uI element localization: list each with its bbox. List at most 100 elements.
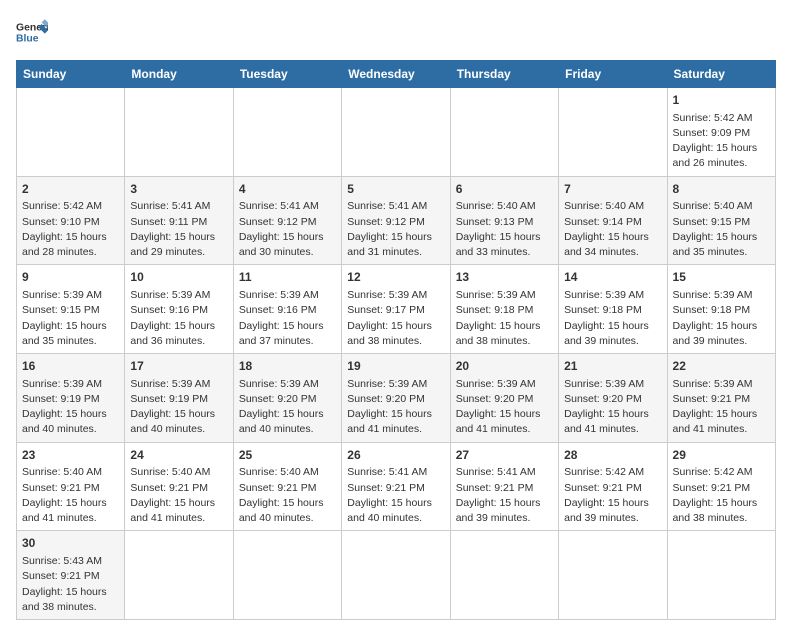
- svg-text:Blue: Blue: [16, 34, 39, 45]
- day-number: 7: [564, 181, 661, 198]
- day-info: Sunrise: 5:41 AM Sunset: 9:21 PM Dayligh…: [347, 465, 444, 526]
- day-number: 2: [22, 181, 119, 198]
- day-info: Sunrise: 5:39 AM Sunset: 9:19 PM Dayligh…: [22, 377, 119, 438]
- day-cell: [450, 531, 558, 620]
- day-number: 3: [130, 181, 227, 198]
- day-info: Sunrise: 5:39 AM Sunset: 9:16 PM Dayligh…: [239, 288, 336, 349]
- day-cell: 14 Sunrise: 5:39 AM Sunset: 9:18 PM Dayli…: [559, 265, 667, 354]
- day-cell: [17, 88, 125, 177]
- day-header-sunday: Sunday: [17, 61, 125, 88]
- day-info: Sunrise: 5:39 AM Sunset: 9:20 PM Dayligh…: [239, 377, 336, 438]
- day-number: 22: [673, 358, 770, 375]
- week-row-3: 9Sunrise: 5:39 AM Sunset: 9:15 PM Daylig…: [17, 265, 776, 354]
- day-cell: 13 Sunrise: 5:39 AM Sunset: 9:18 PM Dayli…: [450, 265, 558, 354]
- day-number: 28: [564, 447, 661, 464]
- day-cell: [125, 531, 233, 620]
- day-info: Sunrise: 5:42 AM Sunset: 9:21 PM Dayligh…: [564, 465, 661, 526]
- week-row-4: 16 Sunrise: 5:39 AM Sunset: 9:19 PM Dayli…: [17, 354, 776, 443]
- day-info: Sunrise: 5:42 AM Sunset: 9:21 PM Dayligh…: [673, 465, 770, 526]
- day-info: Sunrise: 5:41 AM Sunset: 9:12 PM Dayligh…: [347, 199, 444, 260]
- day-cell: 21 Sunrise: 5:39 AM Sunset: 9:20 PM Dayli…: [559, 354, 667, 443]
- day-number: 10: [130, 269, 227, 286]
- day-number: 6: [456, 181, 553, 198]
- day-info: Sunrise: 5:39 AM Sunset: 9:18 PM Dayligh…: [673, 288, 770, 349]
- day-header-tuesday: Tuesday: [233, 61, 341, 88]
- day-header-thursday: Thursday: [450, 61, 558, 88]
- day-header-saturday: Saturday: [667, 61, 775, 88]
- day-cell: [342, 88, 450, 177]
- day-cell: [125, 88, 233, 177]
- day-info: Sunrise: 5:41 AM Sunset: 9:21 PM Dayligh…: [456, 465, 553, 526]
- day-info: Sunrise: 5:40 AM Sunset: 9:14 PM Dayligh…: [564, 199, 661, 260]
- calendar-table: SundayMondayTuesdayWednesdayThursdayFrid…: [16, 60, 776, 620]
- day-cell: 26Sunrise: 5:41 AM Sunset: 9:21 PM Dayli…: [342, 442, 450, 531]
- day-info: Sunrise: 5:40 AM Sunset: 9:21 PM Dayligh…: [130, 465, 227, 526]
- day-info: Sunrise: 5:39 AM Sunset: 9:18 PM Dayligh…: [564, 288, 661, 349]
- day-cell: 6Sunrise: 5:40 AM Sunset: 9:13 PM Daylig…: [450, 176, 558, 265]
- day-number: 23: [22, 447, 119, 464]
- day-cell: 20Sunrise: 5:39 AM Sunset: 9:20 PM Dayli…: [450, 354, 558, 443]
- day-number: 16: [22, 358, 119, 375]
- day-cell: 27Sunrise: 5:41 AM Sunset: 9:21 PM Dayli…: [450, 442, 558, 531]
- day-cell: 11 Sunrise: 5:39 AM Sunset: 9:16 PM Dayli…: [233, 265, 341, 354]
- day-info: Sunrise: 5:40 AM Sunset: 9:15 PM Dayligh…: [673, 199, 770, 260]
- day-number: 5: [347, 181, 444, 198]
- day-info: Sunrise: 5:39 AM Sunset: 9:20 PM Dayligh…: [347, 377, 444, 438]
- day-cell: 28Sunrise: 5:42 AM Sunset: 9:21 PM Dayli…: [559, 442, 667, 531]
- day-cell: 7Sunrise: 5:40 AM Sunset: 9:14 PM Daylig…: [559, 176, 667, 265]
- day-number: 14: [564, 269, 661, 286]
- day-info: Sunrise: 5:40 AM Sunset: 9:21 PM Dayligh…: [22, 465, 119, 526]
- day-number: 20: [456, 358, 553, 375]
- day-number: 13: [456, 269, 553, 286]
- day-number: 26: [347, 447, 444, 464]
- day-cell: 4Sunrise: 5:41 AM Sunset: 9:12 PM Daylig…: [233, 176, 341, 265]
- day-cell: [342, 531, 450, 620]
- logo: General Blue: [16, 16, 52, 48]
- day-cell: 10Sunrise: 5:39 AM Sunset: 9:16 PM Dayli…: [125, 265, 233, 354]
- day-number: 27: [456, 447, 553, 464]
- day-cell: 12 Sunrise: 5:39 AM Sunset: 9:17 PM Dayli…: [342, 265, 450, 354]
- day-cell: 9Sunrise: 5:39 AM Sunset: 9:15 PM Daylig…: [17, 265, 125, 354]
- day-cell: [233, 531, 341, 620]
- day-number: 24: [130, 447, 227, 464]
- day-cell: [667, 531, 775, 620]
- day-number: 19: [347, 358, 444, 375]
- day-cell: 23Sunrise: 5:40 AM Sunset: 9:21 PM Dayli…: [17, 442, 125, 531]
- day-cell: 25Sunrise: 5:40 AM Sunset: 9:21 PM Dayli…: [233, 442, 341, 531]
- day-cell: 18Sunrise: 5:39 AM Sunset: 9:20 PM Dayli…: [233, 354, 341, 443]
- day-info: Sunrise: 5:41 AM Sunset: 9:12 PM Dayligh…: [239, 199, 336, 260]
- day-number: 29: [673, 447, 770, 464]
- day-info: Sunrise: 5:40 AM Sunset: 9:21 PM Dayligh…: [239, 465, 336, 526]
- day-info: Sunrise: 5:39 AM Sunset: 9:18 PM Dayligh…: [456, 288, 553, 349]
- calendar-header: SundayMondayTuesdayWednesdayThursdayFrid…: [17, 61, 776, 88]
- day-info: Sunrise: 5:39 AM Sunset: 9:19 PM Dayligh…: [130, 377, 227, 438]
- day-number: 9: [22, 269, 119, 286]
- day-number: 15: [673, 269, 770, 286]
- day-cell: 15 Sunrise: 5:39 AM Sunset: 9:18 PM Dayli…: [667, 265, 775, 354]
- day-info: Sunrise: 5:39 AM Sunset: 9:21 PM Dayligh…: [673, 377, 770, 438]
- day-cell: 2Sunrise: 5:42 AM Sunset: 9:10 PM Daylig…: [17, 176, 125, 265]
- day-info: Sunrise: 5:39 AM Sunset: 9:17 PM Dayligh…: [347, 288, 444, 349]
- day-number: 21: [564, 358, 661, 375]
- page-header: General Blue: [16, 16, 776, 48]
- day-number: 11: [239, 269, 336, 286]
- day-number: 12: [347, 269, 444, 286]
- day-header-friday: Friday: [559, 61, 667, 88]
- day-number: 8: [673, 181, 770, 198]
- day-cell: 17 Sunrise: 5:39 AM Sunset: 9:19 PM Dayli…: [125, 354, 233, 443]
- week-row-1: 1Sunrise: 5:42 AM Sunset: 9:09 PM Daylig…: [17, 88, 776, 177]
- day-number: 30: [22, 535, 119, 552]
- day-header-wednesday: Wednesday: [342, 61, 450, 88]
- day-cell: 29Sunrise: 5:42 AM Sunset: 9:21 PM Dayli…: [667, 442, 775, 531]
- day-number: 25: [239, 447, 336, 464]
- day-number: 17: [130, 358, 227, 375]
- day-info: Sunrise: 5:39 AM Sunset: 9:20 PM Dayligh…: [564, 377, 661, 438]
- day-header-monday: Monday: [125, 61, 233, 88]
- day-cell: 22 Sunrise: 5:39 AM Sunset: 9:21 PM Dayli…: [667, 354, 775, 443]
- day-cell: 30Sunrise: 5:43 AM Sunset: 9:21 PM Dayli…: [17, 531, 125, 620]
- calendar-body: 1Sunrise: 5:42 AM Sunset: 9:09 PM Daylig…: [17, 88, 776, 620]
- day-cell: 1Sunrise: 5:42 AM Sunset: 9:09 PM Daylig…: [667, 88, 775, 177]
- day-number: 4: [239, 181, 336, 198]
- day-info: Sunrise: 5:42 AM Sunset: 9:10 PM Dayligh…: [22, 199, 119, 260]
- day-cell: 16 Sunrise: 5:39 AM Sunset: 9:19 PM Dayli…: [17, 354, 125, 443]
